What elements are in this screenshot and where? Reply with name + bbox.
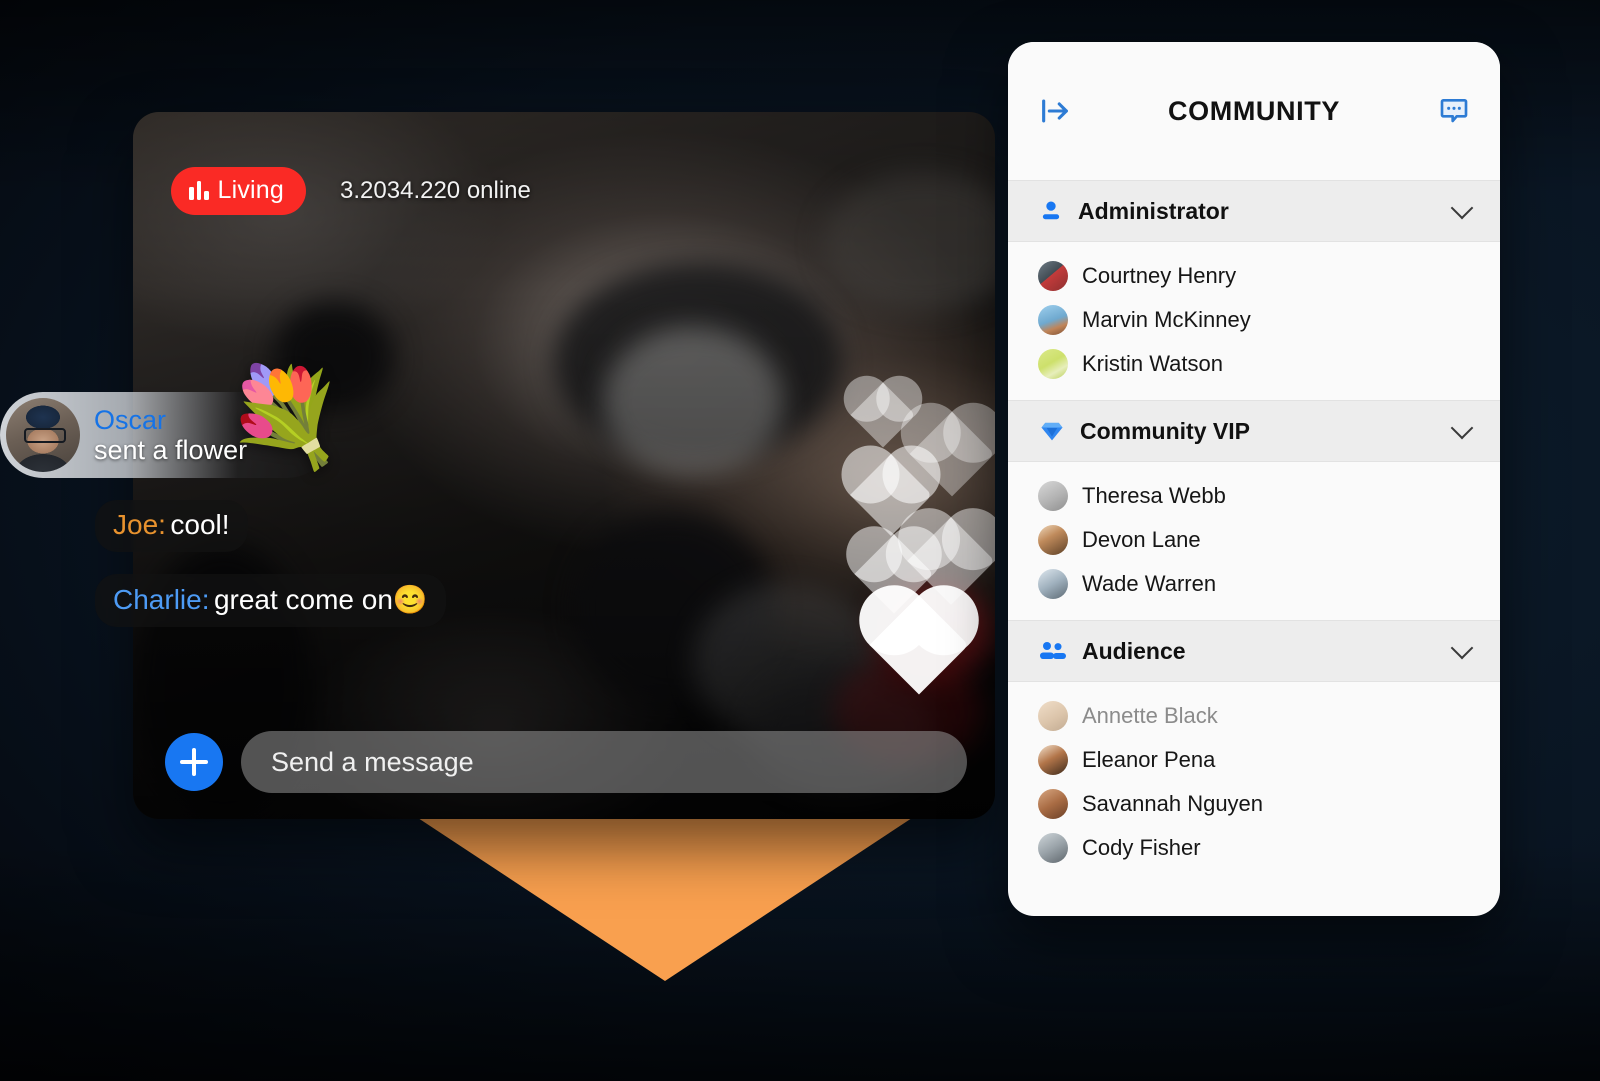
member-name: Devon Lane [1082, 527, 1201, 552]
member-list-item[interactable]: Devon Lane [1008, 518, 1500, 562]
chevron-down-icon[interactable] [1450, 636, 1474, 660]
avatar [6, 398, 80, 472]
member-list-item[interactable]: Eleanor Pena [1008, 738, 1500, 782]
member-name: Eleanor Pena [1082, 747, 1216, 772]
chevron-down-icon[interactable] [1450, 416, 1474, 440]
person-icon [1038, 198, 1064, 224]
section-body-administrator: Courtney Henry Marvin McKinney Kristin Wat… [1008, 242, 1500, 400]
member-name: Kristin Watson [1082, 351, 1224, 376]
member-list-item[interactable]: Kristin Watson [1008, 342, 1500, 386]
heart-icon [850, 382, 916, 448]
chat-message-text: cool! [170, 509, 230, 540]
section-header-audience[interactable]: Audience [1008, 620, 1500, 682]
chat-message-text: great come on😊 [213, 584, 428, 615]
send-message-input[interactable] [241, 731, 967, 793]
chat-message: Charlie: great come on😊 [95, 574, 470, 627]
member-list-item[interactable]: Marvin McKinney [1008, 298, 1500, 342]
section-header-administrator[interactable]: Administrator [1008, 180, 1500, 242]
chat-message-bubble[interactable]: Joe: cool! [95, 500, 248, 552]
community-panel: COMMUNITY Administrator Courtney Henry Mar… [1008, 42, 1500, 916]
section-title: Administrator [1078, 197, 1229, 224]
member-list-item[interactable]: Annette Black [1008, 694, 1500, 738]
heart-icon [869, 595, 969, 695]
community-sections[interactable]: Administrator Courtney Henry Marvin McKinn… [1008, 180, 1500, 916]
member-list-item[interactable]: Wade Warren [1008, 562, 1500, 606]
add-attachment-button[interactable] [165, 733, 223, 791]
chat-message-gift: Oscar sent a flower 💐 [0, 370, 470, 478]
live-badge[interactable]: Living [171, 167, 307, 215]
member-name: Wade Warren [1082, 571, 1217, 596]
avatar [1038, 481, 1068, 511]
avatar [1038, 833, 1068, 863]
avatar [1038, 525, 1068, 555]
member-name: Theresa Webb [1082, 483, 1226, 508]
collapse-panel-icon[interactable] [1038, 94, 1072, 128]
member-list-item[interactable]: Savannah Nguyen [1008, 782, 1500, 826]
message-composer [165, 731, 967, 793]
section-body-community-vip: Theresa Webb Devon Lane Wade Warren [1008, 462, 1500, 620]
member-name: Annette Black [1082, 703, 1218, 728]
avatar [1038, 349, 1068, 379]
diamond-icon [1038, 417, 1066, 445]
people-icon [1038, 638, 1068, 664]
page-title: COMMUNITY [1168, 95, 1340, 126]
avatar [1038, 701, 1068, 731]
online-viewer-count: 3.2034.220 online [340, 177, 531, 204]
live-status-row: Living 3.2034.220 online [171, 167, 531, 215]
avatar [1038, 745, 1068, 775]
chat-message: Joe: cool! [95, 500, 470, 552]
live-badge-label: Living [217, 176, 285, 204]
member-list-item[interactable]: Theresa Webb [1008, 474, 1500, 518]
avatar [1038, 569, 1068, 599]
chevron-down-icon[interactable] [1450, 196, 1474, 220]
avatar [1038, 261, 1068, 291]
member-name: Courtney Henry [1082, 263, 1237, 288]
avatar [1038, 789, 1068, 819]
community-header: COMMUNITY [1008, 42, 1500, 180]
flower-bouquet-icon: 💐 [225, 364, 345, 471]
equalizer-icon [189, 181, 209, 200]
section-title: Audience [1082, 637, 1186, 664]
chat-message-bubble[interactable]: Charlie: great come on😊 [95, 574, 446, 627]
member-name: Cody Fisher [1082, 835, 1201, 860]
chat-username: Joe: [113, 509, 166, 540]
chat-bubble-icon[interactable] [1438, 95, 1470, 127]
member-name: Savannah Nguyen [1082, 791, 1264, 816]
section-header-community-vip[interactable]: Community VIP [1008, 400, 1500, 462]
member-list-item[interactable]: Cody Fisher [1008, 826, 1500, 870]
avatar [1038, 305, 1068, 335]
section-body-audience: Annette Black Eleanor Pena Savannah Nguyen… [1008, 682, 1500, 884]
section-title: Community VIP [1080, 417, 1250, 444]
chat-username: Charlie: [113, 584, 210, 615]
member-list-item[interactable]: Courtney Henry [1008, 254, 1500, 298]
chat-overlay: Oscar sent a flower 💐 Joe: cool! Charlie… [0, 370, 470, 641]
member-name: Marvin McKinney [1082, 307, 1251, 332]
